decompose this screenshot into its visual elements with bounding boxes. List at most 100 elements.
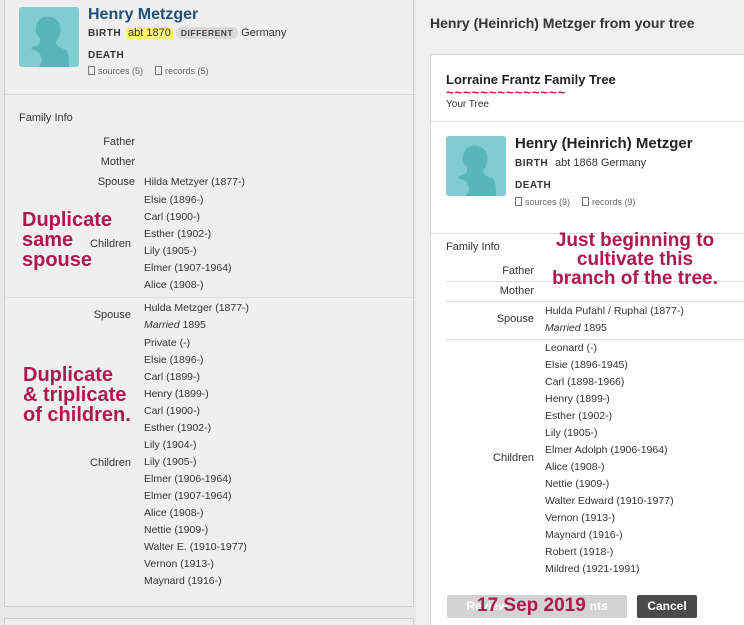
marriage-info: Married 1895 xyxy=(545,322,607,334)
sources-link[interactable]: sources (5) xyxy=(98,66,143,76)
annotation-line: same xyxy=(22,229,74,251)
child-item[interactable]: Lily (1905-) xyxy=(144,456,197,468)
birth-value: abt 1868 Germany xyxy=(555,157,647,169)
different-badge: DIFFERENT xyxy=(175,27,239,39)
spouse-label: Spouse xyxy=(496,313,534,325)
person-silhouette-icon xyxy=(19,7,79,67)
child-item[interactable]: Elsie (1896-) xyxy=(144,354,204,366)
death-label: DEATH xyxy=(88,50,125,61)
child-item[interactable]: Esther (1902-) xyxy=(144,228,211,240)
right-record-card: Lorraine Frantz Family Tree ~~~~~~~~~~~~… xyxy=(430,54,744,625)
spouse-label: Spouse xyxy=(97,176,135,188)
child-item[interactable]: Alice (1908-) xyxy=(144,279,204,291)
married-label: Married xyxy=(144,319,180,331)
source-links: sources (9) records (9) xyxy=(515,197,636,207)
annotation-line: & triplicate xyxy=(23,384,127,406)
next-card-edge xyxy=(4,618,414,625)
document-icon xyxy=(88,66,95,75)
person-silhouette-icon xyxy=(446,136,506,196)
child-item[interactable]: Henry (1899-) xyxy=(545,393,610,405)
child-item[interactable]: Lily (1905-) xyxy=(545,427,598,439)
spouse-2-name[interactable]: Hulda Metzger (1877-) xyxy=(144,302,249,314)
birth-label: BIRTH xyxy=(515,158,549,169)
mother-label: Mother xyxy=(100,156,135,168)
child-item[interactable]: Maynard (1916-) xyxy=(144,575,222,587)
left-person-header: Henry Metzger BIRTH abt 1870 DIFFERENT G… xyxy=(5,0,415,95)
child-item[interactable]: Lily (1905-) xyxy=(144,245,197,257)
mother-label: Mother xyxy=(499,285,534,297)
child-item[interactable]: Elmer Adolph (1906-1964) xyxy=(545,444,668,456)
child-item[interactable]: Esther (1902-) xyxy=(545,410,612,422)
child-item[interactable]: Elmer (1906-1964) xyxy=(144,473,232,485)
annotation-cultivate: Just beginning to cultivate this branch … xyxy=(540,231,730,288)
squiggle-underline: ~~~~~~~~~~~~~~ xyxy=(446,85,567,100)
sources-link[interactable]: sources (9) xyxy=(525,197,570,207)
annotation-line: spouse xyxy=(22,249,93,271)
father-label: Father xyxy=(502,265,534,277)
children-label: Children xyxy=(493,452,534,464)
married-label: Married xyxy=(545,322,581,334)
child-item[interactable]: Walter E. (1910-1977) xyxy=(144,541,247,553)
family-info-title: Family Info xyxy=(446,241,500,253)
right-person-header: Henry (Heinrich) Metzger BIRTH abt 1868 … xyxy=(431,121,744,233)
annotation-line: of children. xyxy=(23,404,131,426)
child-item[interactable]: Robert (1918-) xyxy=(545,546,613,558)
document-icon xyxy=(582,197,590,206)
child-item[interactable]: Vernon (1913-) xyxy=(144,558,214,570)
annotation-line: Duplicate xyxy=(23,364,114,386)
father-label: Father xyxy=(103,136,135,148)
divider xyxy=(446,339,744,340)
source-links: sources (5) records (5) xyxy=(88,66,209,76)
birth-label: BIRTH xyxy=(88,28,122,39)
child-item[interactable]: Carl (1898-1966) xyxy=(545,376,624,388)
spouse-1-name[interactable]: Hilda Metzyer (1877-) xyxy=(144,176,245,188)
married-year: 1895 xyxy=(182,319,206,331)
spouse-label: Spouse xyxy=(93,309,131,321)
child-item[interactable]: Alice (1908-) xyxy=(144,507,204,519)
child-item[interactable]: Elsie (1896-) xyxy=(144,194,204,206)
annotation-line: Just beginning to xyxy=(555,230,715,251)
annotation-duplicate-children: Duplicate & triplicate of children. xyxy=(23,365,131,425)
document-icon xyxy=(515,197,522,206)
annotation-line: Duplicate xyxy=(22,209,113,231)
person-name[interactable]: Henry (Heinrich) Metzger xyxy=(515,135,693,152)
divider xyxy=(446,301,744,302)
cancel-button[interactable]: Cancel xyxy=(637,595,697,618)
records-link[interactable]: records (5) xyxy=(165,66,209,76)
spouse-name[interactable]: Hulda Pufahl / Ruphal (1877-) xyxy=(545,305,684,317)
child-item[interactable]: Vernon (1913-) xyxy=(545,512,615,524)
child-item[interactable]: Private (-) xyxy=(144,337,190,349)
child-item[interactable]: Lily (1904-) xyxy=(144,439,197,451)
birth-place: Germany xyxy=(241,27,287,39)
birth-value: abt 1870 DIFFERENT Germany xyxy=(126,27,286,39)
your-tree-label: Your Tree xyxy=(446,99,489,110)
child-item[interactable]: Leonard (-) xyxy=(545,342,597,354)
child-item[interactable]: Carl (1900-) xyxy=(144,211,200,223)
child-item[interactable]: Nettie (1909-) xyxy=(144,524,208,536)
child-item[interactable]: Elmer (1907-1964) xyxy=(144,262,232,274)
left-record-card: Henry Metzger BIRTH abt 1870 DIFFERENT G… xyxy=(4,0,415,607)
child-item[interactable]: Elsie (1896-1945) xyxy=(545,359,628,371)
child-item[interactable]: Elmer (1907-1964) xyxy=(144,490,232,502)
records-link[interactable]: records (9) xyxy=(592,197,636,207)
child-item[interactable]: Carl (1899-) xyxy=(144,371,200,383)
document-icon xyxy=(155,66,163,75)
child-item[interactable]: Maynard (1916-) xyxy=(545,529,623,541)
married-year: 1895 xyxy=(583,322,607,334)
death-label: DEATH xyxy=(515,180,552,191)
child-item[interactable]: Esther (1902-) xyxy=(144,422,211,434)
right-panel-title: Henry (Heinrich) Metzger from your tree xyxy=(430,15,695,31)
child-item[interactable]: Nettie (1909-) xyxy=(545,478,609,490)
marriage-info: Married 1895 xyxy=(144,319,206,331)
annotation-duplicate-spouse: Duplicate same spouse xyxy=(22,210,112,270)
child-item[interactable]: Walter Edward (1910-1977) xyxy=(545,495,674,507)
person-name[interactable]: Henry Metzger xyxy=(88,6,198,24)
child-item[interactable]: Carl (1900-) xyxy=(144,405,200,417)
annotation-line: branch of the tree. xyxy=(552,268,718,289)
child-item[interactable]: Henry (1899-) xyxy=(144,388,209,400)
annotation-date: 17 Sep 2019 xyxy=(477,595,586,616)
child-item[interactable]: Alice (1908-) xyxy=(545,461,605,473)
birth-date: abt 1870 xyxy=(126,27,173,39)
children-label: Children xyxy=(90,457,131,469)
child-item[interactable]: Mildred (1921-1991) xyxy=(545,563,640,575)
